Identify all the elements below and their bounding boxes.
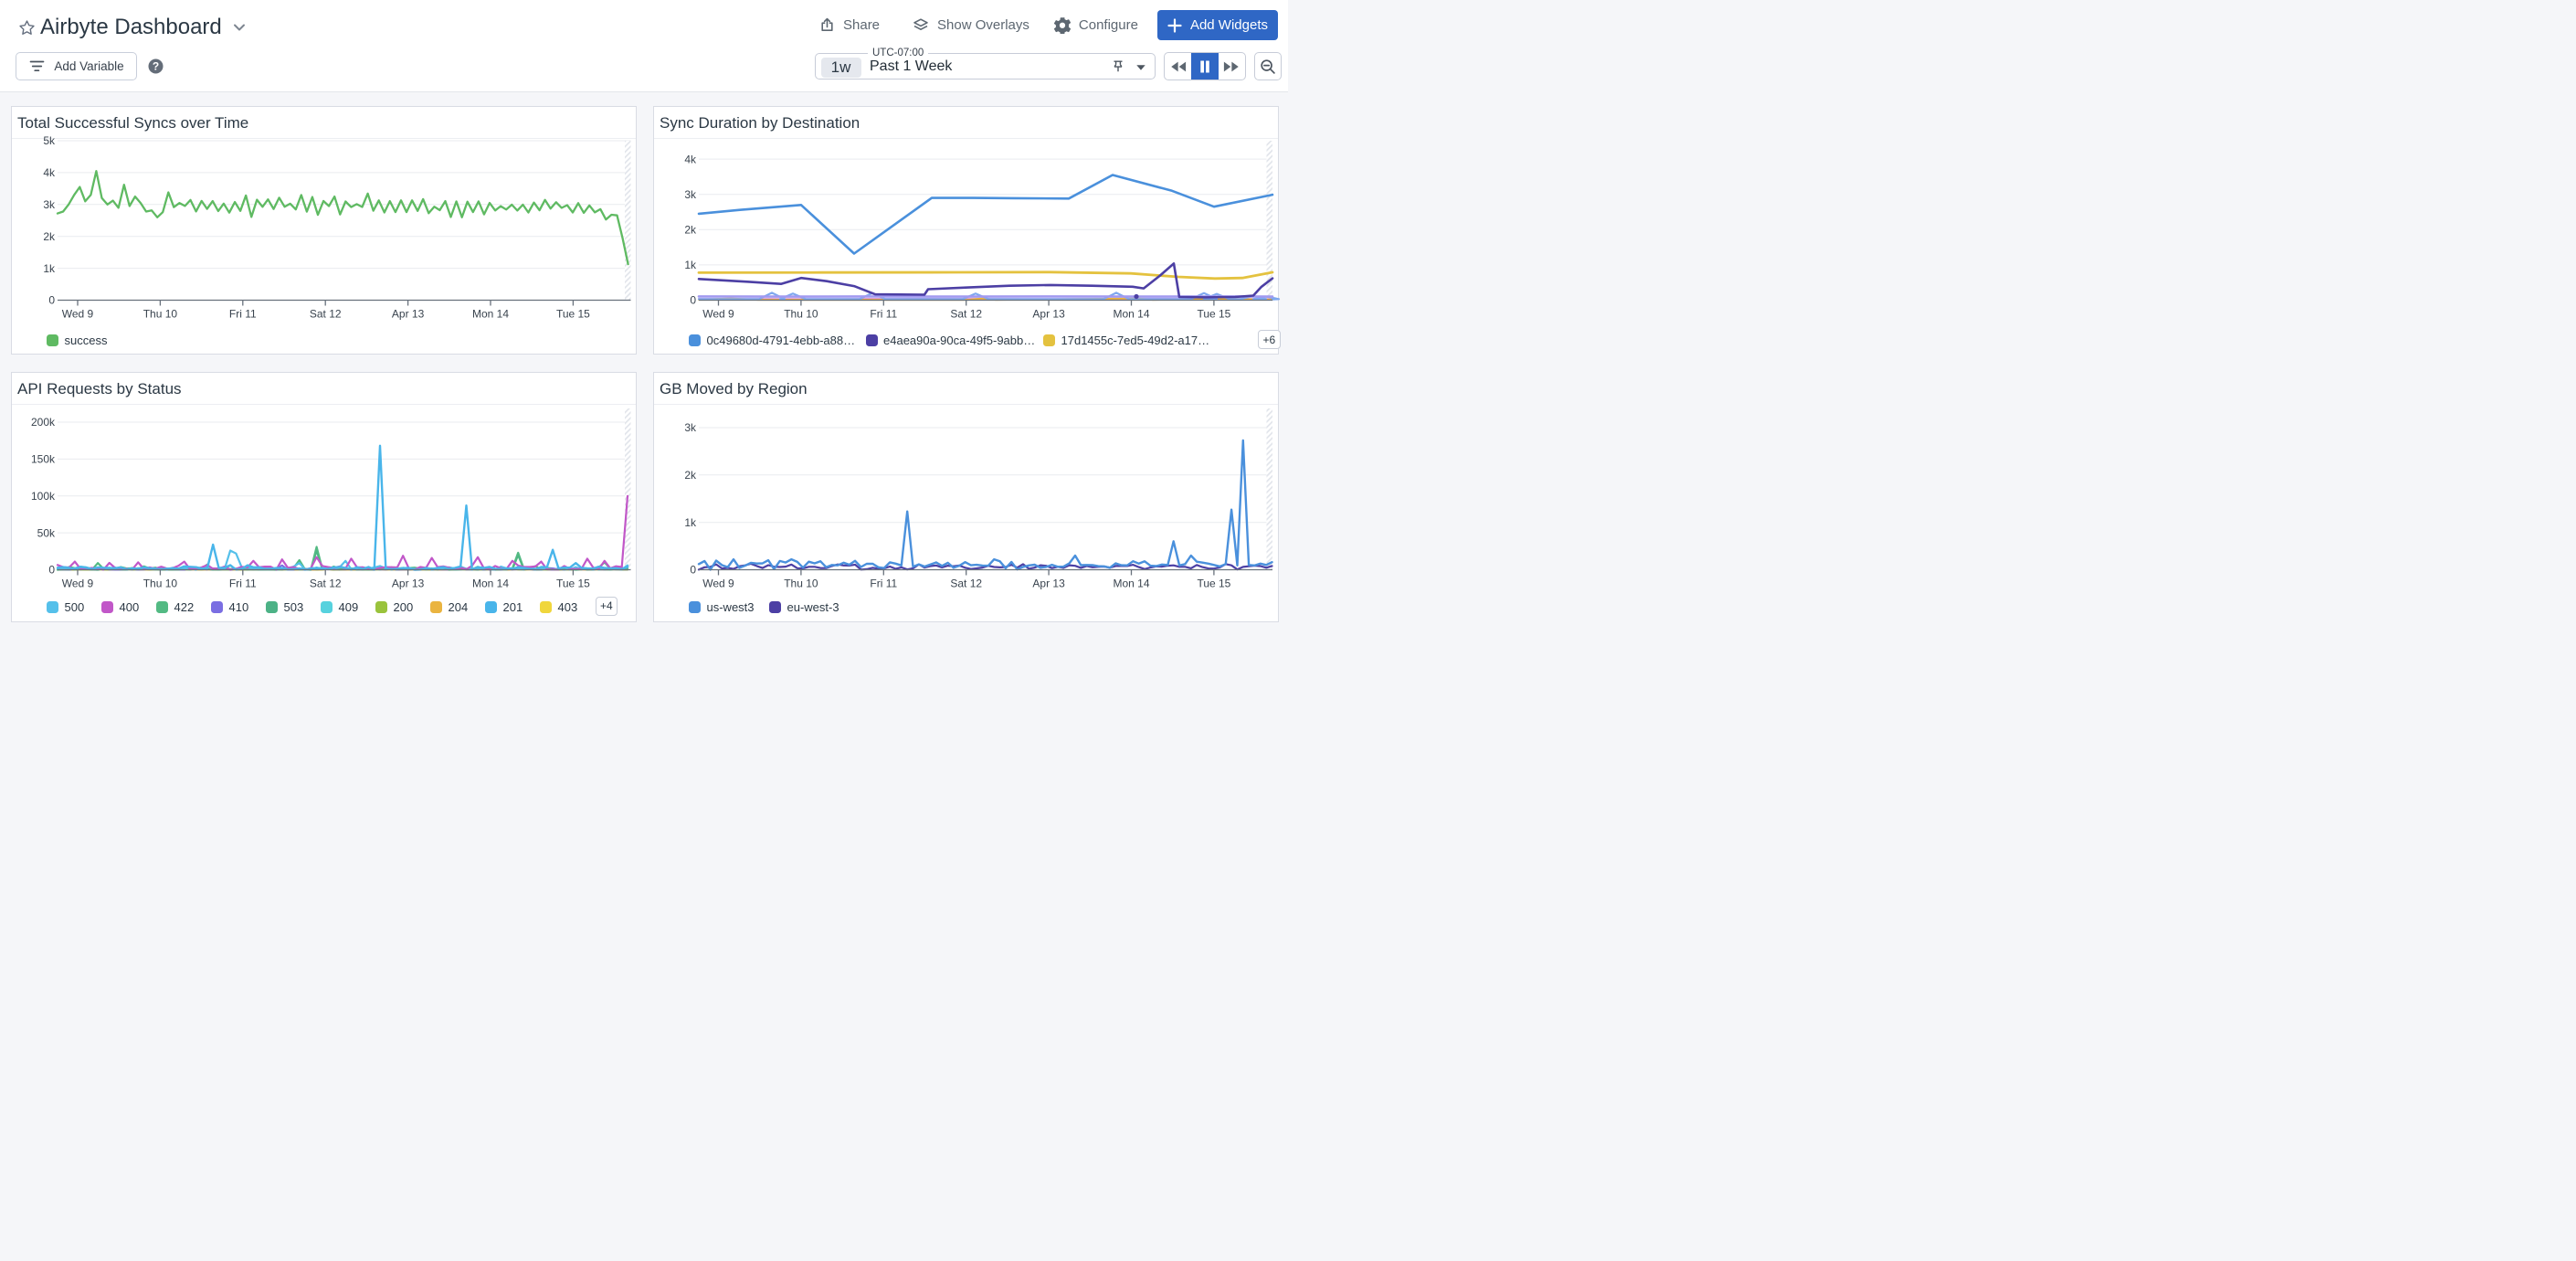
svg-text:3k: 3k	[43, 198, 56, 211]
svg-text:Thu 10: Thu 10	[143, 578, 178, 590]
svg-text:Tue 15: Tue 15	[556, 308, 590, 321]
svg-text:Wed 9: Wed 9	[702, 578, 734, 590]
svg-text:0: 0	[48, 294, 55, 307]
svg-text:1k: 1k	[684, 259, 697, 271]
svg-text:Apr 13: Apr 13	[392, 308, 425, 321]
svg-text:0: 0	[690, 564, 696, 577]
svg-text:Tue 15: Tue 15	[1197, 578, 1230, 590]
svg-text:Fri 11: Fri 11	[229, 308, 257, 321]
svg-text:Fri 11: Fri 11	[229, 578, 257, 590]
svg-text:3k: 3k	[684, 421, 697, 434]
svg-text:2k: 2k	[684, 224, 697, 237]
svg-text:100k: 100k	[31, 490, 56, 503]
svg-text:Mon 14: Mon 14	[1113, 308, 1149, 321]
svg-text:2k: 2k	[43, 230, 56, 243]
svg-text:Wed 9: Wed 9	[702, 308, 734, 321]
svg-text:4k: 4k	[684, 153, 697, 165]
svg-text:Sat 12: Sat 12	[310, 578, 342, 590]
svg-text:Tue 15: Tue 15	[556, 578, 590, 590]
svg-text:1k: 1k	[43, 262, 56, 275]
svg-text:200k: 200k	[31, 416, 56, 429]
svg-text:Thu 10: Thu 10	[784, 308, 818, 321]
svg-text:Tue 15: Tue 15	[1197, 308, 1230, 321]
svg-text:Fri 11: Fri 11	[870, 308, 897, 321]
svg-text:Thu 10: Thu 10	[784, 578, 818, 590]
svg-text:Mon 14: Mon 14	[472, 308, 509, 321]
svg-text:Thu 10: Thu 10	[143, 308, 178, 321]
svg-text:2k: 2k	[684, 469, 697, 482]
svg-text:Apr 13: Apr 13	[1032, 308, 1065, 321]
svg-text:4k: 4k	[43, 166, 56, 179]
svg-text:Sat 12: Sat 12	[950, 578, 982, 590]
svg-text:Apr 13: Apr 13	[1032, 578, 1065, 590]
svg-text:Mon 14: Mon 14	[472, 578, 509, 590]
svg-text:0: 0	[690, 294, 696, 307]
svg-text:3k: 3k	[684, 188, 697, 201]
svg-text:Wed 9: Wed 9	[62, 578, 94, 590]
svg-text:Sat 12: Sat 12	[310, 308, 342, 321]
svg-text:Apr 13: Apr 13	[392, 578, 425, 590]
svg-text:5k: 5k	[43, 134, 56, 147]
svg-text:150k: 150k	[31, 453, 56, 466]
svg-text:0: 0	[48, 564, 55, 577]
svg-text:50k: 50k	[37, 526, 56, 539]
svg-text:1k: 1k	[684, 516, 697, 529]
svg-text:Wed 9: Wed 9	[62, 308, 94, 321]
svg-text:Sat 12: Sat 12	[950, 308, 982, 321]
svg-text:Mon 14: Mon 14	[1113, 578, 1149, 590]
svg-text:Fri 11: Fri 11	[870, 578, 897, 590]
